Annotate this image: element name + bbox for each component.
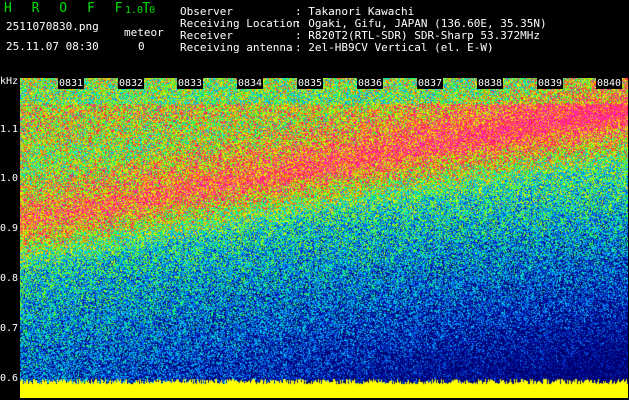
y-tick-label: 1.1	[0, 124, 19, 135]
antenna-key: Receiving antenna	[180, 41, 293, 54]
meteor-label: meteor	[124, 26, 164, 39]
y-tick-label: 0.6	[0, 373, 19, 384]
y-tick-label: 1.0	[0, 173, 19, 184]
x-tick-label: 0837	[417, 78, 444, 89]
y-unit-label: kHz	[0, 76, 19, 87]
x-tick-label: 0832	[118, 78, 145, 89]
x-tick-label: 0839	[537, 78, 564, 89]
x-tick-label: 0835	[297, 78, 324, 89]
y-tick-label: 0.9	[0, 223, 19, 234]
x-tick-label: 0833	[177, 78, 204, 89]
app-version: 1.0.0	[125, 5, 156, 16]
datetime: 25.11.07 08:30	[6, 40, 99, 53]
x-tick-label: 0838	[477, 78, 504, 89]
x-tick-label: 0836	[357, 78, 384, 89]
spectrogram-canvas	[20, 78, 628, 398]
y-tick-label: 0.8	[0, 273, 19, 284]
x-tick-label: 0834	[237, 78, 264, 89]
x-tick-label: 0840	[596, 78, 623, 89]
header-panel: H R O F F T 1.0.0 2511070830.png meteor …	[0, 0, 629, 76]
filename: 2511070830.png	[6, 20, 99, 33]
y-axis: kHz 1.1 1.0 0.9 0.8 0.7 0.6	[0, 76, 20, 400]
antenna-value: : 2el-HB9CV Vertical (el. E-W)	[295, 41, 494, 54]
x-tick-label: 0831	[58, 78, 85, 89]
meteor-count: 0	[138, 40, 145, 53]
y-tick-label: 0.7	[0, 323, 19, 334]
